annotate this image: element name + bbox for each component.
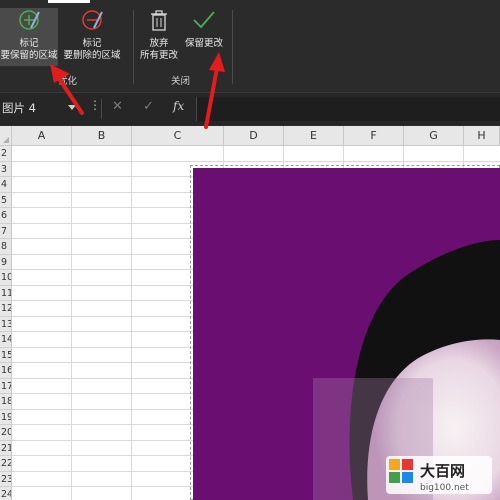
svg-text:big100.net: big100.net <box>420 483 469 493</box>
svg-text:大百网: 大百网 <box>420 462 465 480</box>
watermark-logo: 大百网 big100.net <box>386 456 492 494</box>
